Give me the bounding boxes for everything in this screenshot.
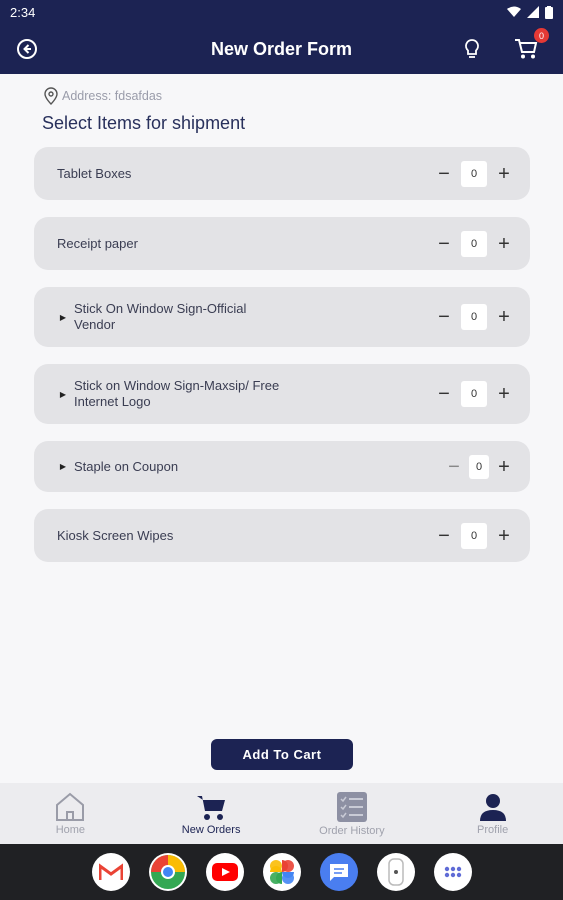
quantity-field[interactable]: 0 [461, 230, 487, 257]
expand-arrow-icon[interactable]: ▶ [52, 462, 74, 471]
item-label: Tablet Boxes [57, 165, 132, 181]
expand-arrow-icon[interactable]: ▶ [52, 313, 74, 322]
tips-button[interactable] [457, 34, 487, 64]
nav-label: New Orders [181, 823, 241, 836]
checklist-icon [336, 791, 367, 822]
app-drawer-icon[interactable] [433, 853, 472, 891]
cart-icon [197, 795, 226, 820]
app-bar: New Order Form 0 [0, 24, 563, 74]
youtube-icon[interactable] [205, 853, 244, 891]
status-time: 2:34 [10, 4, 36, 20]
item-label: Staple on Coupon [74, 458, 179, 474]
nav-item-order-history[interactable]: Order History [282, 783, 423, 844]
item-row-receipt-paper: Receipt paper − 0 + [34, 217, 530, 270]
messages-icon[interactable] [319, 853, 358, 891]
decrement-button[interactable]: − [446, 457, 462, 477]
increment-button[interactable]: + [496, 384, 512, 404]
decrement-button[interactable]: − [436, 384, 452, 404]
decrement-button[interactable]: − [436, 234, 452, 254]
nav-item-profile[interactable]: Profile [422, 783, 563, 844]
battery-icon [545, 5, 553, 19]
increment-button[interactable]: + [496, 307, 512, 327]
system-dock [0, 844, 563, 900]
signal-icon [527, 6, 539, 18]
increment-button[interactable]: + [496, 164, 512, 184]
decrement-button[interactable]: − [436, 526, 452, 546]
quantity-stepper: − 0 + [436, 160, 512, 187]
add-to-cart-button[interactable]: Add To Cart [211, 739, 353, 770]
item-row-window-sign-maxsip[interactable]: ▶ Stick on Window Sign-Maxsip/ Free Inte… [34, 364, 530, 424]
address-line: Address: fdsafdas [44, 87, 162, 105]
chrome-icon[interactable] [148, 853, 187, 891]
increment-button[interactable]: + [496, 234, 512, 254]
nav-item-new-orders[interactable]: New Orders [141, 783, 282, 844]
photos-icon[interactable] [262, 853, 301, 891]
location-pin-icon [44, 87, 58, 105]
home-icon [56, 792, 85, 821]
cart-button[interactable]: 0 [511, 28, 549, 64]
item-label: Stick on Window Sign-Maxsip/ Free Intern… [74, 378, 280, 409]
back-icon [17, 39, 37, 59]
person-icon [479, 793, 506, 821]
address-text: Address: fdsafdas [62, 89, 163, 103]
nav-label: Profile [477, 823, 509, 836]
nav-label: Home [55, 823, 86, 836]
nav-item-home[interactable]: Home [0, 783, 141, 844]
decrement-button[interactable]: − [436, 164, 452, 184]
item-label: Receipt paper [57, 235, 138, 251]
quantity-stepper: − 0 + [446, 454, 512, 479]
section-title: Select Items for shipment [42, 113, 246, 133]
quantity-field[interactable]: 0 [461, 160, 487, 187]
quantity-stepper: − 0 + [436, 304, 512, 330]
item-label: Stick On Window Sign-Official Vendor [74, 301, 247, 332]
cart-count-badge: 0 [534, 28, 549, 43]
decrement-button[interactable]: − [436, 307, 452, 327]
quantity-field[interactable]: 0 [469, 454, 489, 479]
increment-button[interactable]: + [496, 526, 512, 546]
item-row-staple-coupon[interactable]: ▶ Staple on Coupon − 0 + [34, 441, 530, 492]
quantity-stepper: − 0 + [436, 230, 512, 257]
item-row-window-sign-official[interactable]: ▶ Stick On Window Sign-Official Vendor −… [34, 287, 530, 347]
back-button[interactable] [12, 34, 42, 64]
quantity-field[interactable]: 0 [461, 304, 487, 330]
nav-label: Order History [319, 824, 385, 837]
item-label: Kiosk Screen Wipes [57, 527, 174, 543]
quantity-field[interactable]: 0 [461, 381, 487, 407]
app-icon[interactable] [376, 853, 415, 891]
quantity-field[interactable]: 0 [461, 522, 487, 549]
item-row-tablet-boxes: Tablet Boxes − 0 + [34, 147, 530, 200]
expand-arrow-icon[interactable]: ▶ [52, 390, 74, 399]
status-bar: 2:34 [0, 0, 563, 24]
quantity-stepper: − 0 + [436, 522, 512, 549]
bottom-navigation: Home New Orders Order History Profile [0, 783, 563, 844]
cart-icon [515, 39, 538, 59]
item-row-kiosk-wipes: Kiosk Screen Wipes − 0 + [34, 509, 530, 562]
quantity-stepper: − 0 + [436, 381, 512, 407]
increment-button[interactable]: + [496, 457, 512, 477]
gmail-icon[interactable] [91, 853, 130, 891]
wifi-icon [507, 6, 521, 17]
lightbulb-icon [465, 39, 479, 58]
